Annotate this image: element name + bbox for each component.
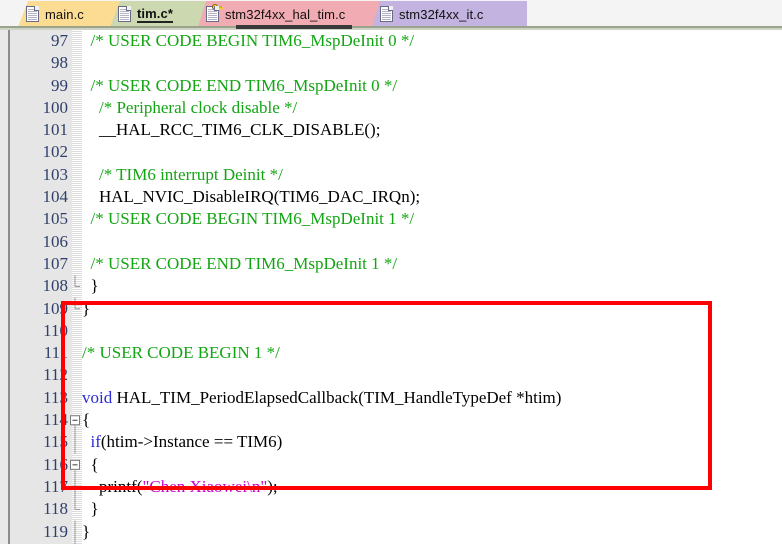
code-token: );: [267, 476, 278, 496]
code-text-area[interactable]: /* USER CODE BEGIN TIM6_MspDeInit 0 */ /…: [82, 30, 782, 544]
line-number: 102: [42, 142, 69, 162]
code-token: "Chen Xiaowei\n": [142, 476, 268, 496]
line-number: 101: [42, 120, 69, 140]
fold-margin[interactable]: [72, 30, 82, 544]
line-number: 114: [43, 410, 68, 430]
code-line[interactable]: void HAL_TIM_PeriodElapsedCallback(TIM_H…: [82, 387, 782, 409]
code-token: __HAL_RCC_TIM6_CLK_DISABLE();: [82, 120, 381, 140]
code-token: /* USER CODE BEGIN TIM6_MspDeInit 1 */: [90, 209, 415, 229]
code-token: }: [82, 298, 91, 318]
code-token: /* USER CODE BEGIN TIM6_MspDeInit 0 */: [90, 31, 415, 50]
document-icon: [380, 6, 393, 22]
code-token: {: [82, 454, 99, 474]
code-line[interactable]: [82, 52, 782, 74]
line-number: 118: [43, 499, 68, 519]
code-line[interactable]: }: [82, 521, 782, 543]
line-number: 112: [43, 365, 68, 385]
code-line[interactable]: {: [82, 409, 782, 431]
code-line[interactable]: [82, 364, 782, 386]
code-token: /* USER CODE END TIM6_MspDeInit 0 */: [90, 75, 398, 95]
editor-tab-bar: main.c tim.c* stm32f4xx_hal_tim.c stm32f…: [0, 0, 782, 28]
line-number: 100: [42, 97, 69, 117]
line-number: 107: [42, 253, 69, 273]
document-icon: [206, 4, 223, 22]
key-icon: [212, 4, 223, 10]
code-line[interactable]: }: [82, 275, 782, 297]
code-token: /* Peripheral clock disable */: [99, 97, 298, 117]
code-token: /* USER CODE BEGIN 1 */: [82, 343, 280, 363]
code-line[interactable]: HAL_NVIC_DisableIRQ(TIM6_DAC_IRQn);: [82, 186, 782, 208]
code-line[interactable]: printf("Chen Xiaowei\n");: [82, 476, 782, 498]
code-token: printf(: [82, 476, 143, 496]
code-token: HAL_TIM_PeriodElapsedCallback(TIM_Handle…: [112, 387, 562, 407]
tab-stm32f4xx-hal-tim-c[interactable]: stm32f4xx_hal_tim.c: [198, 1, 380, 27]
line-number: 110: [43, 320, 68, 340]
line-number: 116: [43, 454, 68, 474]
code-editor[interactable]: 97 98 99 100 101 102 103 104 105 106 107 108 109 110 1…: [0, 30, 782, 544]
line-number: 115: [43, 432, 68, 452]
line-number: 111: [43, 343, 68, 363]
editor-left-margin: [0, 30, 8, 544]
tab-label: stm32f4xx_it.c: [399, 6, 484, 22]
code-line[interactable]: /* USER CODE END TIM6_MspDeInit 1 */: [82, 253, 782, 275]
tab-stm32f4xx-it-c[interactable]: stm32f4xx_it.c: [372, 1, 527, 27]
tab-label: stm32f4xx_hal_tim.c: [225, 6, 346, 22]
line-number: 105: [42, 209, 69, 229]
code-line[interactable]: /* TIM6 interrupt Deinit */: [82, 164, 782, 186]
line-number: 113: [43, 387, 68, 407]
code-line[interactable]: }: [82, 298, 782, 320]
code-token: HAL_NVIC_DisableIRQ(TIM6_DAC_IRQn);: [82, 187, 421, 207]
code-line[interactable]: {: [82, 454, 782, 476]
code-token: }: [82, 499, 99, 519]
line-number: 117: [43, 476, 68, 496]
tab-label: tim.c*: [137, 5, 174, 23]
code-token: void: [82, 387, 113, 407]
line-number: 103: [42, 164, 69, 184]
code-token: }: [82, 276, 99, 296]
code-line[interactable]: __HAL_RCC_TIM6_CLK_DISABLE();: [82, 119, 782, 141]
code-line[interactable]: /* USER CODE END TIM6_MspDeInit 0 */: [82, 75, 782, 97]
line-number: 99: [51, 75, 68, 95]
code-line[interactable]: [82, 320, 782, 342]
line-number: 108: [42, 276, 69, 296]
line-number: 119: [43, 521, 68, 541]
code-token: /* USER CODE END TIM6_MspDeInit 1 */: [90, 253, 398, 273]
document-icon: [118, 6, 131, 22]
editor-window: main.c tim.c* stm32f4xx_hal_tim.c stm32f…: [0, 0, 782, 544]
code-line[interactable]: /* Peripheral clock disable */: [82, 97, 782, 119]
code-token: (htim->Instance == TIM6): [100, 432, 283, 452]
line-number: 106: [42, 231, 69, 251]
line-number: 109: [42, 298, 69, 318]
line-number: 97: [51, 31, 68, 50]
code-line[interactable]: [82, 231, 782, 253]
tab-label: main.c: [45, 6, 84, 22]
code-line[interactable]: /* USER CODE BEGIN 1 */: [82, 342, 782, 364]
line-number: 104: [42, 187, 69, 207]
code-line[interactable]: /* USER CODE BEGIN TIM6_MspDeInit 1 */: [82, 208, 782, 230]
code-line[interactable]: if(htim->Instance == TIM6): [82, 431, 782, 453]
line-numbers: 97 98 99 100 101 102 103 104 105 106 107 108 109 110 1…: [10, 30, 69, 544]
code-token: }: [82, 521, 91, 541]
line-number: 98: [51, 53, 68, 73]
code-line[interactable]: }: [82, 498, 782, 520]
code-token: {: [82, 410, 91, 430]
code-token: if: [90, 432, 101, 452]
code-token: /* TIM6 interrupt Deinit */: [99, 164, 283, 184]
code-line[interactable]: /* USER CODE BEGIN TIM6_MspDeInit 0 */: [82, 30, 782, 52]
horizontal-scrollbar-thumb[interactable]: [236, 25, 352, 29]
code-line[interactable]: [82, 141, 782, 163]
document-icon: [26, 6, 39, 22]
